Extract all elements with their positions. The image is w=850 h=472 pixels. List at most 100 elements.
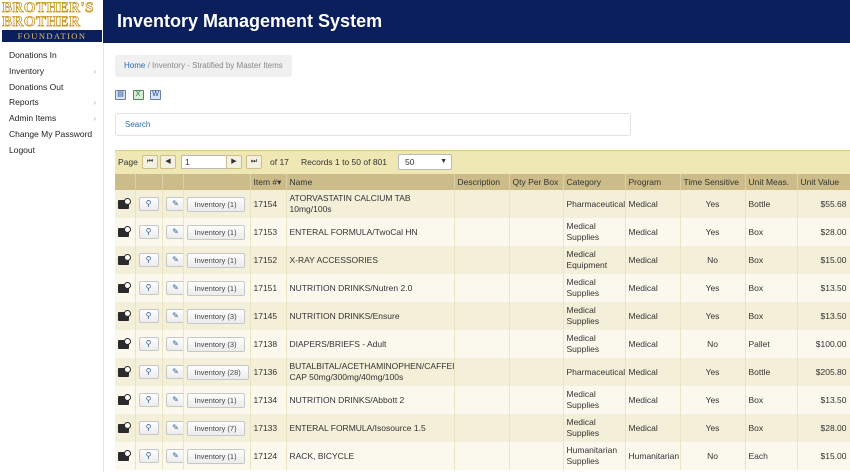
- sidebar-item-label: Donations Out: [9, 81, 64, 92]
- header-action: [115, 174, 136, 190]
- unit-value-cell: $15.00: [797, 246, 850, 274]
- view-details-button[interactable]: ⚲: [138, 197, 159, 211]
- print-icon[interactable]: ▤: [115, 90, 126, 100]
- header-category[interactable]: Category: [563, 174, 626, 190]
- edit-cell: ✎: [162, 302, 184, 330]
- view-cell: ⚲: [135, 414, 163, 442]
- transfer-icon[interactable]: [118, 338, 131, 350]
- view-details-button[interactable]: ⚲: [138, 281, 159, 295]
- header-item-no[interactable]: Item #▾: [250, 174, 287, 190]
- sidebar-item-change-my-password[interactable]: Change My Password: [0, 127, 103, 143]
- table-row: ⚲ ✎ Inventory (28) 17136 BUTALBITAL/ACETHAMI…: [115, 358, 850, 386]
- header-unit-value[interactable]: Unit Value: [797, 174, 850, 190]
- header-description[interactable]: Description: [454, 174, 510, 190]
- export-word-icon[interactable]: W: [150, 90, 162, 100]
- header-item-no-label: Item #: [253, 176, 278, 187]
- inventory-button[interactable]: Inventory (28): [186, 364, 249, 380]
- inventory-button[interactable]: Inventory (1): [186, 448, 245, 464]
- inventory-button[interactable]: Inventory (1): [186, 196, 245, 212]
- inventory-button[interactable]: Inventory (3): [186, 308, 245, 324]
- view-details-button[interactable]: ⚲: [138, 365, 159, 379]
- item-no-cell: 17152: [250, 246, 287, 274]
- item-no-cell: 17133: [250, 414, 287, 442]
- sidebar-item-donations-out[interactable]: Donations Out: [0, 80, 103, 96]
- magnifier-icon: ⚲: [145, 283, 152, 292]
- category-cell: Medical Supplies: [563, 414, 626, 442]
- action-cell: [115, 330, 136, 358]
- inventory-button[interactable]: Inventory (7): [186, 420, 245, 436]
- category-cell: Medical Supplies: [563, 302, 626, 330]
- transfer-icon[interactable]: [118, 394, 131, 406]
- export-excel-icon[interactable]: X: [132, 90, 144, 100]
- page-size-select[interactable]: 50 ▼: [398, 154, 452, 170]
- header-name[interactable]: Name: [286, 174, 455, 190]
- view-cell: ⚲: [135, 302, 163, 330]
- edit-button[interactable]: ✎: [165, 309, 182, 323]
- edit-button[interactable]: ✎: [165, 337, 182, 351]
- edit-button[interactable]: ✎: [165, 225, 182, 239]
- edit-button[interactable]: ✎: [165, 449, 182, 463]
- header-program[interactable]: Program: [625, 174, 681, 190]
- view-details-button[interactable]: ⚲: [138, 253, 159, 267]
- header-unit-meas[interactable]: Unit Meas.: [745, 174, 798, 190]
- header-qty-per-box[interactable]: Qty Per Box: [509, 174, 564, 190]
- transfer-icon[interactable]: [118, 310, 131, 322]
- edit-cell: ✎: [162, 386, 184, 414]
- first-page-button[interactable]: ⏮: [142, 155, 158, 169]
- transfer-icon[interactable]: [118, 450, 131, 462]
- name-cell: ATORVASTATIN CALCIUM TAB 10mg/100s: [286, 190, 455, 218]
- item-no-cell: 17151: [250, 274, 287, 302]
- inventory-table: Item #▾ Name Description Qty Per Box Cat…: [115, 174, 850, 470]
- inventory-button[interactable]: Inventory (1): [186, 280, 245, 296]
- inventory-cell: Inventory (1): [183, 190, 251, 218]
- item-no-cell: 17145: [250, 302, 287, 330]
- view-details-button[interactable]: ⚲: [138, 337, 159, 351]
- sidebar-item-admin-items[interactable]: Admin Items ›: [0, 111, 103, 127]
- action-cell: [115, 386, 136, 414]
- edit-button[interactable]: ✎: [165, 281, 182, 295]
- next-page-button[interactable]: ▶: [226, 155, 242, 169]
- category-cell: Medical Supplies: [563, 386, 626, 414]
- view-details-button[interactable]: ⚲: [138, 225, 159, 239]
- view-details-button[interactable]: ⚲: [138, 393, 159, 407]
- sidebar-item-donations-in[interactable]: Donations In: [0, 48, 103, 64]
- unit-meas-cell: Box: [745, 386, 798, 414]
- view-cell: ⚲: [135, 246, 163, 274]
- sidebar-item-inventory[interactable]: Inventory ›: [0, 64, 103, 80]
- transfer-icon[interactable]: [118, 422, 131, 434]
- transfer-icon[interactable]: [118, 226, 131, 238]
- transfer-icon[interactable]: [118, 366, 131, 378]
- transfer-icon[interactable]: [118, 198, 131, 210]
- category-cell: Medical Supplies: [563, 330, 626, 358]
- name-cell: BUTALBITAL/ACETHAMINOPHEN/CAFFEINE CAP 5…: [286, 358, 455, 386]
- prev-page-button[interactable]: ◀: [160, 155, 176, 169]
- search-link[interactable]: Search: [125, 120, 150, 129]
- edit-button[interactable]: ✎: [165, 393, 182, 407]
- edit-button[interactable]: ✎: [165, 253, 182, 267]
- sidebar-item-logout[interactable]: Logout: [0, 143, 103, 159]
- view-details-button[interactable]: ⚲: [138, 309, 159, 323]
- header-time-sensitive[interactable]: Time Sensitive: [680, 174, 746, 190]
- inventory-button[interactable]: Inventory (1): [186, 224, 245, 240]
- breadcrumb-home-link[interactable]: Home: [124, 61, 145, 70]
- edit-button[interactable]: ✎: [165, 421, 182, 435]
- view-details-button[interactable]: ⚲: [138, 421, 159, 435]
- brothers-brother-logo[interactable]: BROTHER'S BROTHER FOUNDATION: [0, 0, 104, 43]
- qty-per-box-cell: [509, 386, 564, 414]
- inventory-cell: Inventory (1): [183, 274, 251, 302]
- edit-button[interactable]: ✎: [165, 197, 182, 211]
- transfer-icon[interactable]: [118, 282, 131, 294]
- sidebar-item-reports[interactable]: Reports ›: [0, 95, 103, 111]
- view-details-button[interactable]: ⚲: [138, 449, 159, 463]
- edit-icon: ✎: [172, 367, 179, 376]
- unit-meas-cell: Pallet: [745, 330, 798, 358]
- description-cell: [454, 246, 510, 274]
- search-panel[interactable]: Search: [115, 113, 631, 136]
- inventory-button[interactable]: Inventory (1): [186, 252, 245, 268]
- inventory-button[interactable]: Inventory (3): [186, 336, 245, 352]
- last-page-button[interactable]: ⏭: [246, 155, 262, 169]
- edit-button[interactable]: ✎: [165, 365, 182, 379]
- category-cell: Medical Supplies: [563, 218, 626, 246]
- inventory-button[interactable]: Inventory (1): [186, 392, 245, 408]
- transfer-icon[interactable]: [118, 254, 131, 266]
